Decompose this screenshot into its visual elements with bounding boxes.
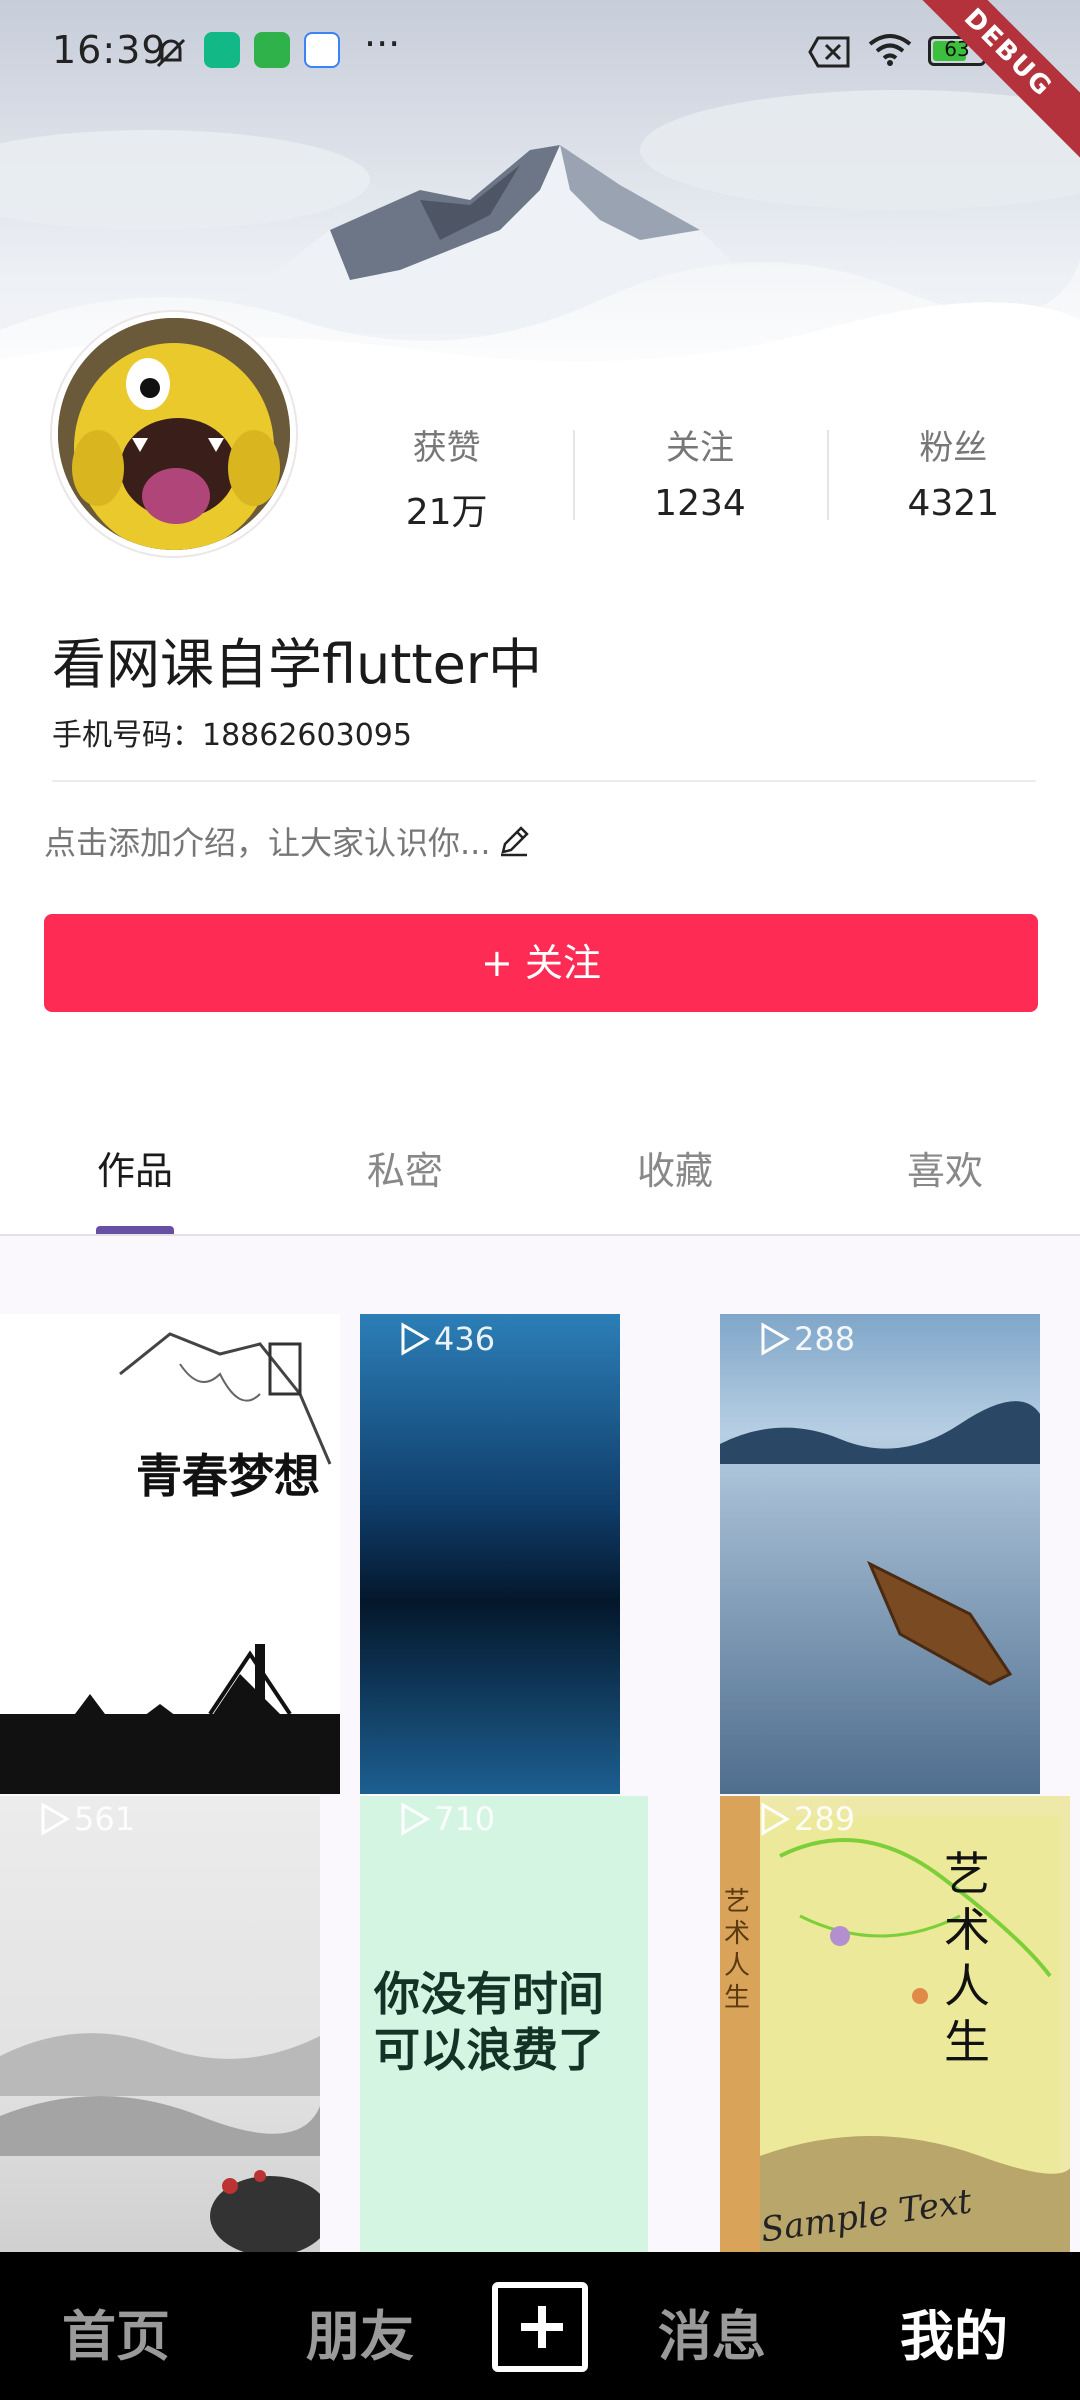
cat-app-icon <box>254 32 290 68</box>
nav-home[interactable]: 首页 <box>62 2292 170 2371</box>
play-icon <box>401 1802 430 1836</box>
stat-following[interactable]: 关注 1234 <box>573 420 826 530</box>
wifi-icon <box>868 34 912 66</box>
tab-likes[interactable]: 喜欢 <box>810 1140 1080 1195</box>
intro-text: 点击添加介绍，让大家认识你... <box>44 824 491 862</box>
profile-nickname: 看网课自学flutter中 <box>52 633 543 696</box>
play-count-value: 289 <box>794 1800 856 1838</box>
video-tile[interactable]: 436 <box>360 1314 620 1794</box>
follow-button[interactable]: + 关注 <box>44 914 1038 1012</box>
nav-messages[interactable]: 消息 <box>658 2292 766 2371</box>
plus-square-icon[interactable] <box>492 2282 588 2372</box>
profile-phone: 手机号码：18862603095 <box>52 718 412 753</box>
video-tile[interactable]: 288 <box>720 1314 1040 1794</box>
play-icon <box>41 1802 70 1836</box>
play-count: 289 <box>760 1800 855 1838</box>
play-icon <box>761 1322 790 1356</box>
stat-likes-value: 21万 <box>405 492 488 533</box>
divider <box>52 780 1036 782</box>
video-title-text: 青春梦想 <box>136 1449 320 1503</box>
bottom-navigation: 首页 朋友 消息 我的 <box>0 2252 1080 2400</box>
stat-following-value: 1234 <box>654 483 746 524</box>
video-title-text: 你没有时间 可以浪费了 <box>374 1967 604 2077</box>
play-count-value: 436 <box>434 1320 496 1358</box>
stat-followers-value: 4321 <box>907 483 1000 524</box>
bell-muted-icon <box>156 38 186 68</box>
play-icon <box>401 1322 430 1356</box>
video-tile[interactable]: 你没有时间 可以浪费了 710 <box>360 1796 648 2252</box>
intro-edit-link[interactable]: 点击添加介绍，让大家认识你... <box>44 818 531 864</box>
tab-private[interactable]: 私密 <box>270 1140 540 1195</box>
profile-tabs: 作品 私密 收藏 喜欢 <box>0 1100 1080 1236</box>
edit-pencil-icon <box>500 826 529 857</box>
yellow-monster-avatar-icon <box>58 318 290 550</box>
nav-me[interactable]: 我的 <box>900 2292 1008 2371</box>
stat-divider <box>826 430 829 520</box>
sim-disabled-icon <box>808 36 850 68</box>
video-tile[interactable]: 青春梦想 <box>0 1314 340 1794</box>
stat-likes[interactable]: 获赞 21万 <box>320 420 573 533</box>
great-wall-sketch-thumbnail <box>0 1332 340 1794</box>
play-count: 436 <box>400 1320 495 1358</box>
play-icon <box>761 1802 790 1836</box>
video-tile[interactable]: 561 <box>0 1796 320 2252</box>
book-spine-text: 艺术人生 <box>724 1887 751 2013</box>
play-count-value: 710 <box>434 1800 496 1838</box>
stat-likes-label: 获赞 <box>412 428 481 468</box>
stat-divider <box>573 430 576 520</box>
stat-following-label: 关注 <box>665 428 734 468</box>
tab-active-indicator <box>96 1226 174 1234</box>
ink-landscape-thumbnail <box>0 2033 320 2252</box>
shield-app-icon <box>204 32 240 68</box>
nav-friends[interactable]: 朋友 <box>306 2292 414 2371</box>
video-tile[interactable]: 艺术人生 艺术人生 Sample Text 289 <box>720 1796 1070 2252</box>
status-time: 16:39 <box>52 28 167 72</box>
tab-works[interactable]: 作品 <box>0 1140 270 1195</box>
play-count-value: 288 <box>794 1320 856 1358</box>
play-count: 710 <box>400 1800 495 1838</box>
avatar[interactable] <box>52 312 296 556</box>
video-title-text: 艺术人生 <box>944 1847 990 2069</box>
stat-followers[interactable]: 粉丝 4321 <box>826 420 1080 530</box>
play-count-value: 561 <box>74 1800 136 1838</box>
stat-followers-label: 粉丝 <box>919 428 988 468</box>
play-count: 561 <box>40 1800 135 1838</box>
lake-boat-thumbnail <box>720 1401 1040 1686</box>
profile-stats: 获赞 21万 关注 1234 粉丝 4321 <box>320 420 1080 533</box>
play-count: 288 <box>760 1320 855 1358</box>
tab-favorites[interactable]: 收藏 <box>540 1140 810 1195</box>
tab-underline <box>0 1234 1080 1236</box>
art-book-thumbnail <box>720 1796 1070 2252</box>
status-bar: 16:39 ··· 63 <box>0 0 1080 100</box>
browser-app-icon <box>304 32 340 68</box>
more-notifications-icon: ··· <box>364 22 401 66</box>
